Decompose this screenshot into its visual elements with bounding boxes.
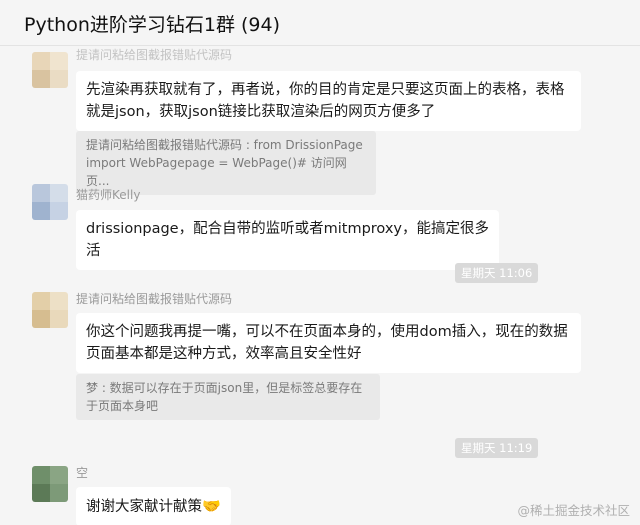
sender-name: 提请问粘给图截报错贴代源码 (76, 292, 233, 306)
timestamp: 星期天 11:19 (455, 438, 539, 458)
sender-name: 提请问粘给图截报错贴代源码 (76, 48, 233, 62)
quoted-message[interactable]: 梦 : 数据可以存在于页面json里，但是标签总要存在于页面本身吧 (76, 374, 380, 420)
watermark: @稀土掘金技术社区 (517, 503, 630, 518)
sender-name: 空 (76, 466, 89, 480)
avatar[interactable] (32, 292, 68, 328)
handshake-icon: 🤝 (202, 497, 221, 515)
chat-header: Python进阶学习钻石1群 (94) (0, 0, 640, 46)
message-bubble: 先渲染再获取就有了，再者说，你的目的肯定是只要这页面上的表格，表格就是json，… (76, 71, 581, 131)
avatar[interactable] (32, 184, 68, 220)
message-text: 谢谢大家献计献策 (86, 499, 202, 515)
sender-name: 猫药师Kelly (76, 188, 141, 202)
message-bubble: 你这个问题我再提一嘴，可以不在页面本身的，使用dom插入，现在的数据页面基本都是… (76, 313, 581, 373)
timestamp: 星期天 11:06 (455, 263, 539, 283)
message-bubble: 谢谢大家献计献策🤝 (76, 487, 231, 525)
message-bubble: drissionpage，配合自带的监听或者mitmproxy，能搞定很多活 (76, 210, 499, 270)
avatar[interactable] (32, 52, 68, 88)
chat-title[interactable]: Python进阶学习钻石1群 (94) (24, 10, 280, 37)
avatar[interactable] (32, 466, 68, 502)
